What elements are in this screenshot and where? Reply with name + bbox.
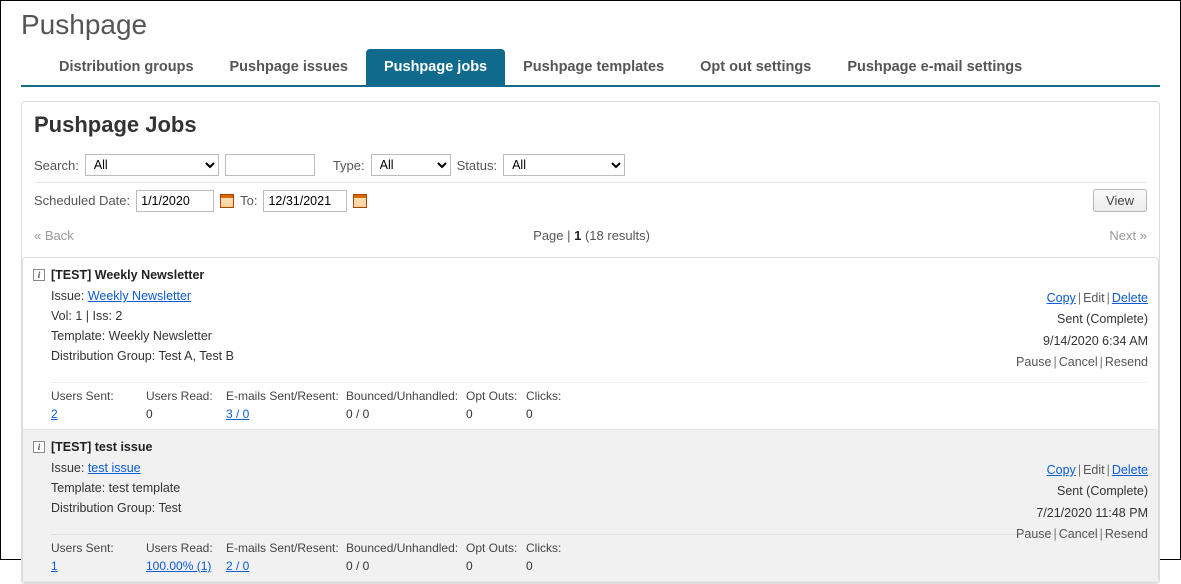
cancel-link: Cancel bbox=[1059, 527, 1098, 541]
page-title: Pushpage bbox=[21, 9, 1160, 41]
status-label: Status: bbox=[457, 158, 497, 173]
type-label: Type: bbox=[333, 158, 365, 173]
stat-users-read: 0 bbox=[146, 407, 226, 421]
pager-prefix: Page | bbox=[533, 228, 574, 243]
status-select[interactable]: All bbox=[503, 154, 625, 176]
job-stats: Users Sent: Users Read: E-mails Sent/Res… bbox=[51, 534, 1148, 573]
calendar-icon[interactable] bbox=[353, 194, 367, 208]
jobs-panel: Pushpage Jobs Search: All Type: All Stat… bbox=[21, 101, 1160, 584]
info-icon[interactable]: i bbox=[33, 269, 45, 281]
edit-link: Edit bbox=[1083, 463, 1105, 477]
template-label: Template: bbox=[51, 329, 109, 343]
cancel-link: Cancel bbox=[1059, 355, 1098, 369]
job-row: i [TEST] Weekly Newsletter Issue: Weekly… bbox=[23, 258, 1158, 430]
template-value: Weekly Newsletter bbox=[109, 329, 212, 343]
stat-bounced: 0 / 0 bbox=[346, 407, 466, 421]
template-value: test template bbox=[109, 481, 181, 495]
tab-pushpage-templates[interactable]: Pushpage templates bbox=[505, 49, 682, 85]
view-button[interactable]: View bbox=[1093, 189, 1147, 212]
tab-pushpage-jobs[interactable]: Pushpage jobs bbox=[366, 49, 505, 85]
template-label: Template: bbox=[51, 481, 109, 495]
resend-link: Resend bbox=[1105, 527, 1148, 541]
issue-label: Issue: bbox=[51, 289, 88, 303]
tab-opt-out-settings[interactable]: Opt out settings bbox=[682, 49, 829, 85]
job-timestamp: 7/21/2020 11:48 PM bbox=[1016, 503, 1148, 524]
stat-users-sent[interactable]: 2 bbox=[51, 407, 58, 421]
dist-group-value: Test A, Test B bbox=[158, 349, 234, 363]
pause-link: Pause bbox=[1016, 527, 1051, 541]
tab-distribution-groups[interactable]: Distribution groups bbox=[41, 49, 212, 85]
issue-link[interactable]: Weekly Newsletter bbox=[88, 289, 191, 303]
search-input[interactable] bbox=[225, 154, 315, 176]
job-title: [TEST] test issue bbox=[51, 440, 152, 454]
job-title: [TEST] Weekly Newsletter bbox=[51, 268, 204, 282]
to-label: To: bbox=[240, 193, 257, 208]
stat-hdr-users-read: Users Read: bbox=[146, 541, 226, 555]
stat-hdr-users-sent: Users Sent: bbox=[51, 389, 146, 403]
copy-link[interactable]: Copy bbox=[1047, 291, 1076, 305]
dist-group-value: Test bbox=[158, 501, 181, 515]
stat-hdr-users-read: Users Read: bbox=[146, 389, 226, 403]
copy-link[interactable]: Copy bbox=[1047, 463, 1076, 477]
stat-bounced: 0 / 0 bbox=[346, 559, 466, 573]
stat-hdr-clicks: Clicks: bbox=[526, 541, 586, 555]
pager-next[interactable]: Next » bbox=[1109, 228, 1147, 243]
search-label: Search: bbox=[34, 158, 79, 173]
stat-emails[interactable]: 2 / 0 bbox=[226, 559, 249, 573]
pager-back[interactable]: « Back bbox=[34, 228, 74, 243]
job-status: Sent (Complete) bbox=[1016, 481, 1148, 502]
stat-hdr-bounced: Bounced/Unhandled: bbox=[346, 541, 466, 555]
issue-link[interactable]: test issue bbox=[88, 461, 141, 475]
pager-row: « Back Page | 1 (18 results) Next » bbox=[34, 218, 1147, 255]
job-timestamp: 9/14/2020 6:34 AM bbox=[1016, 331, 1148, 352]
dist-group-label: Distribution Group: bbox=[51, 349, 158, 363]
job-stats: Users Sent: Users Read: E-mails Sent/Res… bbox=[51, 382, 1148, 421]
delete-link[interactable]: Delete bbox=[1112, 463, 1148, 477]
filter-row-2: Scheduled Date: To: View bbox=[34, 183, 1147, 218]
stat-users-sent[interactable]: 1 bbox=[51, 559, 58, 573]
calendar-icon[interactable] bbox=[220, 194, 234, 208]
dist-group-label: Distribution Group: bbox=[51, 501, 158, 515]
search-select[interactable]: All bbox=[85, 154, 219, 176]
stat-hdr-optouts: Opt Outs: bbox=[466, 541, 526, 555]
type-select[interactable]: All bbox=[371, 154, 451, 176]
job-row: i [TEST] test issue Issue: test issue Te… bbox=[23, 430, 1158, 582]
stat-hdr-bounced: Bounced/Unhandled: bbox=[346, 389, 466, 403]
edit-link: Edit bbox=[1083, 291, 1105, 305]
stat-hdr-clicks: Clicks: bbox=[526, 389, 586, 403]
pager-status: Page | 1 (18 results) bbox=[74, 228, 1110, 243]
jobs-list: i [TEST] Weekly Newsletter Issue: Weekly… bbox=[22, 257, 1159, 583]
tab-pushpage-issues[interactable]: Pushpage issues bbox=[212, 49, 366, 85]
stat-clicks: 0 bbox=[526, 559, 586, 573]
job-status: Sent (Complete) bbox=[1016, 309, 1148, 330]
date-from-input[interactable] bbox=[136, 190, 214, 212]
stat-users-read[interactable]: 100.00% (1) bbox=[146, 559, 211, 573]
scheduled-date-label: Scheduled Date: bbox=[34, 193, 130, 208]
stat-hdr-emails: E-mails Sent/Resent: bbox=[226, 389, 346, 403]
stat-optouts: 0 bbox=[466, 407, 526, 421]
delete-link[interactable]: Delete bbox=[1112, 291, 1148, 305]
vol-iss: Vol: 1 | Iss: 2 bbox=[51, 306, 1148, 326]
resend-link: Resend bbox=[1105, 355, 1148, 369]
stat-hdr-emails: E-mails Sent/Resent: bbox=[226, 541, 346, 555]
filter-row-1: Search: All Type: All Status: All bbox=[34, 148, 1147, 183]
stat-optouts: 0 bbox=[466, 559, 526, 573]
info-icon[interactable]: i bbox=[33, 441, 45, 453]
pager-results: (18 results) bbox=[581, 228, 650, 243]
pause-link: Pause bbox=[1016, 355, 1051, 369]
panel-title: Pushpage Jobs bbox=[34, 112, 1147, 138]
stat-clicks: 0 bbox=[526, 407, 586, 421]
date-to-input[interactable] bbox=[263, 190, 347, 212]
tab-pushpage-email-settings[interactable]: Pushpage e-mail settings bbox=[829, 49, 1040, 85]
stat-emails[interactable]: 3 / 0 bbox=[226, 407, 249, 421]
stat-hdr-users-sent: Users Sent: bbox=[51, 541, 146, 555]
tab-bar: Distribution groups Pushpage issues Push… bbox=[21, 49, 1160, 87]
stat-hdr-optouts: Opt Outs: bbox=[466, 389, 526, 403]
issue-label: Issue: bbox=[51, 461, 88, 475]
